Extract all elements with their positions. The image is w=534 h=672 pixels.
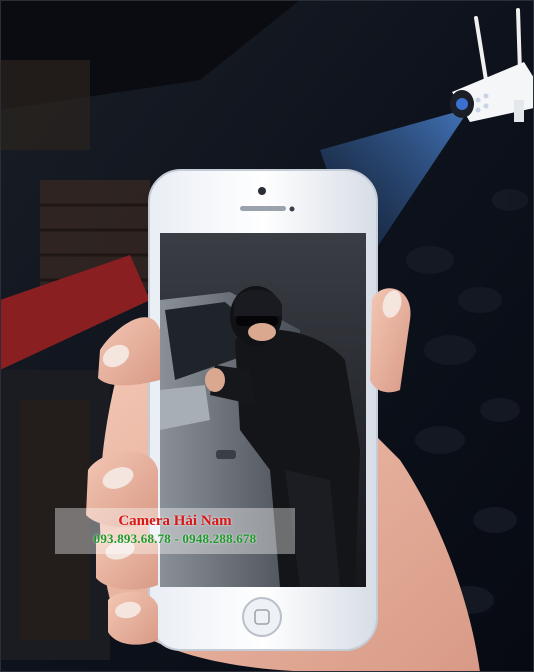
window-shutter — [0, 60, 90, 150]
watermark-brand: Camera Hải Nam — [118, 513, 232, 529]
scene-illustration — [0, 0, 534, 672]
security-camera-scene: Camera Hải Nam 093.893.68.78 - 0948.288.… — [0, 0, 534, 672]
watermark-banner: Camera Hải Nam 093.893.68.78 - 0948.288.… — [55, 508, 295, 554]
watermark-phone-numbers: 093.893.68.78 - 0948.288.678 — [93, 531, 257, 546]
home-button-icon — [242, 597, 282, 637]
